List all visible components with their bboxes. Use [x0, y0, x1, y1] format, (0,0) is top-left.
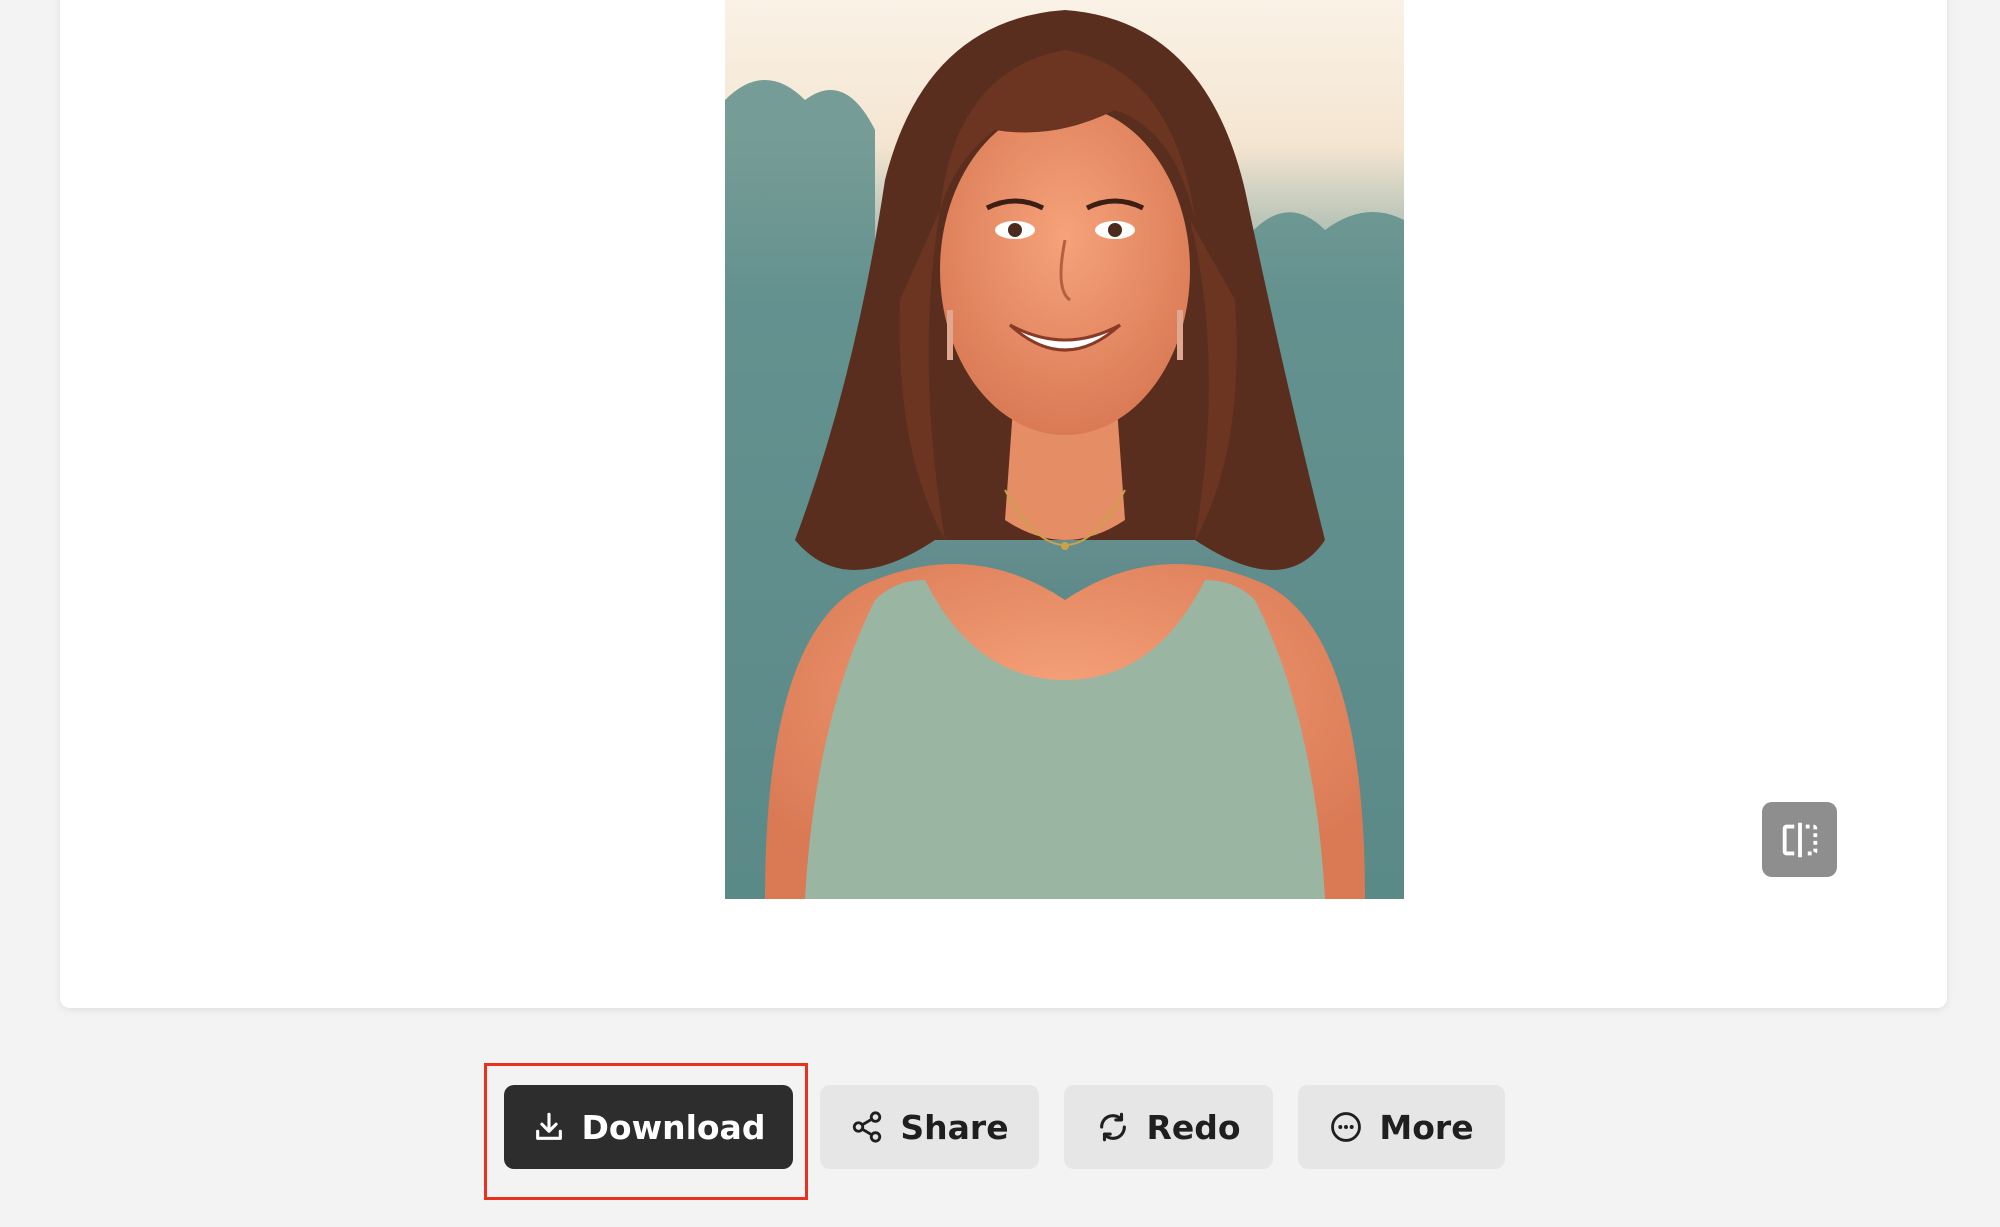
portrait-illustration — [725, 0, 1404, 899]
redo-button-label: Redo — [1146, 1107, 1241, 1147]
generated-portrait-image — [725, 0, 1404, 899]
share-icon — [853, 1111, 882, 1143]
result-card — [60, 0, 1947, 1008]
compare-split-icon — [1782, 822, 1817, 857]
redo-button[interactable]: Redo — [1064, 1085, 1273, 1169]
share-button[interactable]: Share — [820, 1085, 1039, 1169]
download-button[interactable]: Download — [504, 1085, 793, 1169]
download-button-label: Download — [581, 1107, 766, 1147]
more-icon — [1331, 1112, 1362, 1142]
more-button[interactable]: More — [1298, 1085, 1505, 1169]
compare-toggle-button[interactable] — [1762, 802, 1837, 877]
redo-icon — [1100, 1112, 1127, 1142]
share-button-label: Share — [900, 1107, 1009, 1147]
more-button-label: More — [1379, 1107, 1474, 1147]
download-icon — [535, 1112, 562, 1140]
